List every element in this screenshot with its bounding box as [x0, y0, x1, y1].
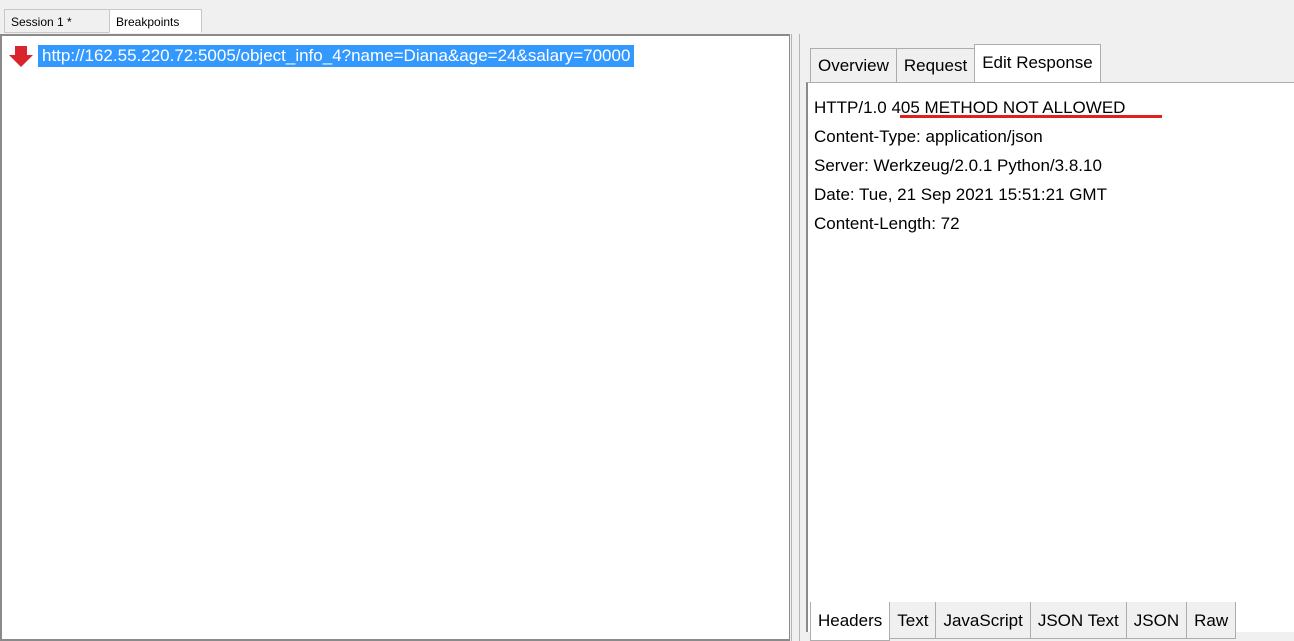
date-header: Date: Tue, 21 Sep 2021 15:51:21 GMT	[814, 185, 1107, 204]
tab-javascript[interactable]: JavaScript	[935, 602, 1031, 639]
tab-request[interactable]: Request	[895, 48, 976, 82]
inspector-tabs: Overview Request Edit Response	[810, 44, 1101, 82]
red-down-arrow-icon	[9, 46, 33, 67]
tab-breakpoints[interactable]: Breakpoints	[109, 9, 202, 33]
content-type-header: Content-Type: application/json	[814, 127, 1043, 146]
session-tab-strip: Session 1 * Breakpoints	[0, 0, 1294, 34]
tab-raw[interactable]: Raw	[1186, 602, 1237, 639]
inspector-pane: Overview Request Edit Response HTTP/1.0 …	[800, 34, 1294, 641]
status-underline-annotation	[900, 115, 1162, 118]
tab-json-text[interactable]: JSON Text	[1029, 602, 1127, 639]
tab-session-1[interactable]: Session 1 *	[4, 9, 110, 33]
content-length-header: Content-Length: 72	[814, 214, 960, 233]
pane-splitter[interactable]	[791, 34, 800, 641]
breakpoint-row[interactable]: http://162.55.220.72:5005/object_info_4?…	[8, 44, 635, 68]
response-view-tabs: Headers Text JavaScript JSON Text JSON R…	[810, 602, 1237, 641]
server-header: Server: Werkzeug/2.0.1 Python/3.8.10	[814, 156, 1102, 175]
response-editor[interactable]: HTTP/1.0 405 METHOD NOT ALLOWED Content-…	[806, 82, 1294, 632]
tab-text[interactable]: Text	[889, 602, 937, 639]
breakpoints-list[interactable]: http://162.55.220.72:5005/object_info_4?…	[0, 34, 790, 641]
tab-headers[interactable]: Headers	[810, 602, 891, 641]
breakpoint-url[interactable]: http://162.55.220.72:5005/object_info_4?…	[38, 45, 635, 67]
tab-overview[interactable]: Overview	[810, 48, 897, 82]
tab-json[interactable]: JSON	[1125, 602, 1188, 639]
tab-edit-response[interactable]: Edit Response	[974, 44, 1101, 82]
